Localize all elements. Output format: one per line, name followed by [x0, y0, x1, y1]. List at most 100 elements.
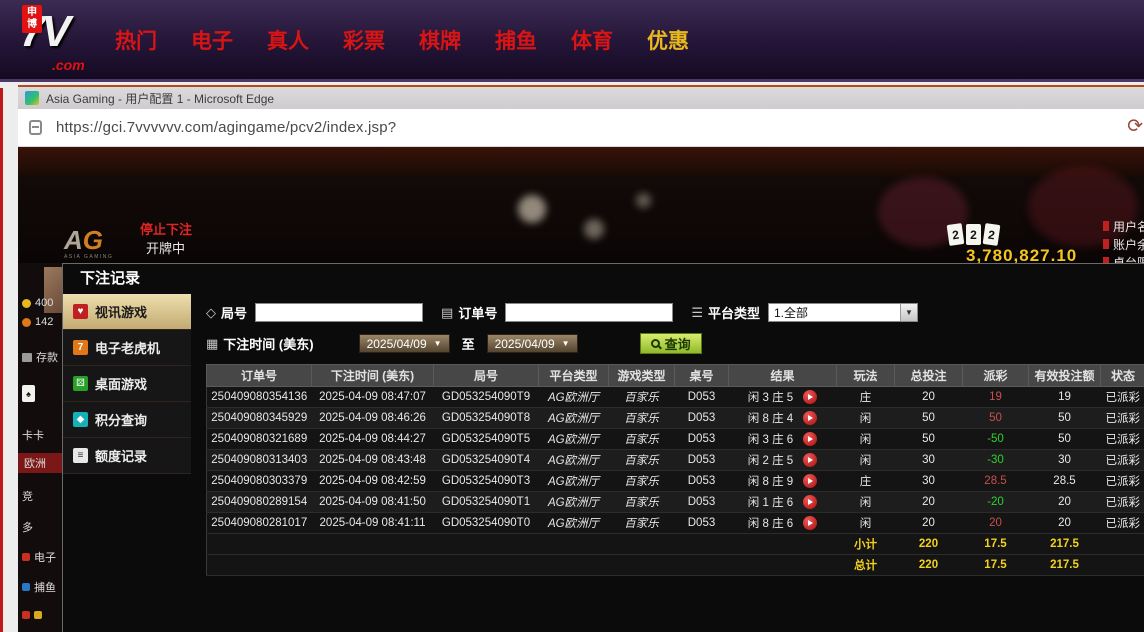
status-cell: 已派彩: [1101, 492, 1144, 513]
game-type-cell: 百家乐: [609, 513, 675, 534]
platform-cell: AG欧洲厅: [539, 513, 609, 534]
payout-cell: 19: [963, 387, 1029, 408]
order-id-cell: 250409080281017: [207, 513, 312, 534]
nav-item[interactable]: 真人: [250, 25, 326, 55]
order-number-input[interactable]: [505, 303, 673, 322]
nav-item[interactable]: 棋牌: [402, 25, 478, 55]
order-id-cell: 250409080354136: [207, 387, 312, 408]
valid-bet-cell: 28.5: [1029, 471, 1101, 492]
nav-item[interactable]: 体育: [554, 25, 630, 55]
rail-menu-item[interactable]: 电子: [22, 549, 56, 565]
modal-body: ♥ 视讯游戏 7 电子老虎机 ⚄ 桌面游戏: [63, 294, 1144, 632]
rail-menu-item-active[interactable]: 欧洲: [18, 453, 62, 473]
total-bet-cell: 20: [895, 492, 963, 513]
replay-icon[interactable]: [803, 495, 817, 509]
bokeh-light: [584, 219, 604, 239]
url-text[interactable]: https://gci.7vvvvvv.com/agingame/pcv2/in…: [56, 119, 396, 136]
column-header: 结果: [729, 365, 837, 387]
column-header: 派彩: [963, 365, 1029, 387]
valid-bet-cell: 30: [1029, 450, 1101, 471]
rail-menu-item[interactable]: 多: [22, 519, 33, 535]
valid-bet-cell: 19: [1029, 387, 1101, 408]
replay-icon[interactable]: [803, 432, 817, 446]
chevron-down-icon: ▼: [434, 339, 442, 348]
table-row: 250409080281017 2025-04-09 08:41:11 GD05…: [207, 513, 1144, 534]
play-cell: 闲: [837, 450, 895, 471]
total-bet-cell: 50: [895, 429, 963, 450]
deposit-button[interactable]: 存款: [22, 349, 58, 365]
playing-card-icon: [22, 385, 35, 402]
credit-record-icon: ≡: [73, 448, 88, 463]
round-id-cell: GD053254090T3: [434, 471, 539, 492]
calendar-icon: ▦: [206, 336, 218, 352]
gold-coin-icon: [22, 299, 31, 308]
nav-item[interactable]: 捕鱼: [478, 25, 554, 55]
sidebar-item[interactable]: ◆ 积分查询: [63, 402, 191, 438]
round-id-cell: GD053254090T1: [434, 492, 539, 513]
modal-sidebar: ♥ 视讯游戏 7 电子老虎机 ⚄ 桌面游戏: [63, 294, 191, 632]
payout-cell: 50: [963, 408, 1029, 429]
replay-icon[interactable]: [803, 474, 817, 488]
filter-row-1: ◇局号 ▤订单号 ☰平台类型 1.全部 ▼: [206, 302, 1144, 323]
search-button[interactable]: 查询: [640, 333, 702, 354]
site-favicon-icon: [25, 91, 39, 105]
platform-cell: AG欧洲厅: [539, 408, 609, 429]
red-chip-icon: [1103, 221, 1109, 231]
screen: 7V 申博 .com 热门 电子 真人 彩票 棋牌 捕鱼 体育 优惠: [0, 0, 1144, 632]
valid-bet-cell: 20: [1029, 513, 1101, 534]
game-icon: [22, 611, 30, 619]
sidebar-item[interactable]: 7 电子老虎机: [63, 330, 191, 366]
bet-time-cell: 2025-04-09 08:41:50: [312, 492, 434, 513]
date-from-select[interactable]: 2025/04/09 ▼: [359, 334, 450, 353]
grand-total-payout: 17.5: [963, 555, 1029, 576]
sidebar-item[interactable]: ⚄ 桌面游戏: [63, 366, 191, 402]
rail-menu-icons: [22, 611, 42, 619]
platform-type-select[interactable]: 1.全部 ▼: [768, 303, 918, 322]
date-to-select[interactable]: 2025/04/09 ▼: [487, 334, 578, 353]
total-bet-cell: 20: [895, 513, 963, 534]
sidebar-item[interactable]: ≡ 额度记录: [63, 438, 191, 474]
game-type-cell: 百家乐: [609, 450, 675, 471]
filter-row-2: ▦下注时间 (美东) 2025/04/09 ▼ 至 2025/04/09 ▼: [206, 333, 1144, 354]
nav-item[interactable]: 优惠: [630, 25, 706, 55]
modal-main: ◇局号 ▤订单号 ☰平台类型 1.全部 ▼ ▦下注时间 (美东): [191, 294, 1144, 632]
sidebar-item[interactable]: ♥ 视讯游戏: [63, 294, 191, 330]
round-number-input[interactable]: [255, 303, 423, 322]
platform-cell: AG欧洲厅: [539, 471, 609, 492]
orange-coin-icon: [22, 318, 31, 327]
address-bar[interactable]: https://gci.7vvvvvv.com/agingame/pcv2/in…: [18, 109, 1144, 147]
bokeh-light: [636, 193, 651, 208]
order-number-label: ▤订单号: [441, 303, 497, 322]
rail-menu-item[interactable]: 竞: [22, 488, 33, 504]
nav-item[interactable]: 热门: [98, 25, 174, 55]
total-bet-cell: 30: [895, 471, 963, 492]
nav-item[interactable]: 彩票: [326, 25, 402, 55]
table-no-cell: D053: [675, 513, 729, 534]
total-bet-cell: 50: [895, 408, 963, 429]
replay-icon[interactable]: [803, 453, 817, 467]
game-type-cell: 百家乐: [609, 387, 675, 408]
replay-icon[interactable]: [803, 516, 817, 530]
site-logo[interactable]: 7V 申博 .com: [14, 0, 98, 81]
bet-time-cell: 2025-04-09 08:47:07: [312, 387, 434, 408]
status-cell: 已派彩: [1101, 408, 1144, 429]
play-cell: 庄: [837, 387, 895, 408]
status-cell: 已派彩: [1101, 429, 1144, 450]
table-row: 250409080313403 2025-04-09 08:43:48 GD05…: [207, 450, 1144, 471]
replay-icon[interactable]: [803, 390, 817, 404]
reload-icon[interactable]: ⟳: [1127, 115, 1143, 138]
replay-icon[interactable]: [803, 411, 817, 425]
table-no-cell: D053: [675, 450, 729, 471]
logo-suffix: .com: [52, 57, 85, 73]
order-number-icon: ▤: [441, 305, 453, 321]
rail-menu-item[interactable]: 卡卡: [22, 427, 44, 443]
sidebar-item-label: 视讯游戏: [95, 302, 147, 321]
rail-menu-item[interactable]: 捕鱼: [22, 579, 56, 595]
column-header: 下注时间 (美东): [312, 365, 434, 387]
page-security-icon[interactable]: [29, 120, 42, 135]
nav-item[interactable]: 电子: [174, 25, 250, 55]
column-header: 桌号: [675, 365, 729, 387]
valid-bet-cell: 20: [1029, 492, 1101, 513]
round-id-cell: GD053254090T4: [434, 450, 539, 471]
bet-time-label: ▦下注时间 (美东): [206, 334, 314, 353]
